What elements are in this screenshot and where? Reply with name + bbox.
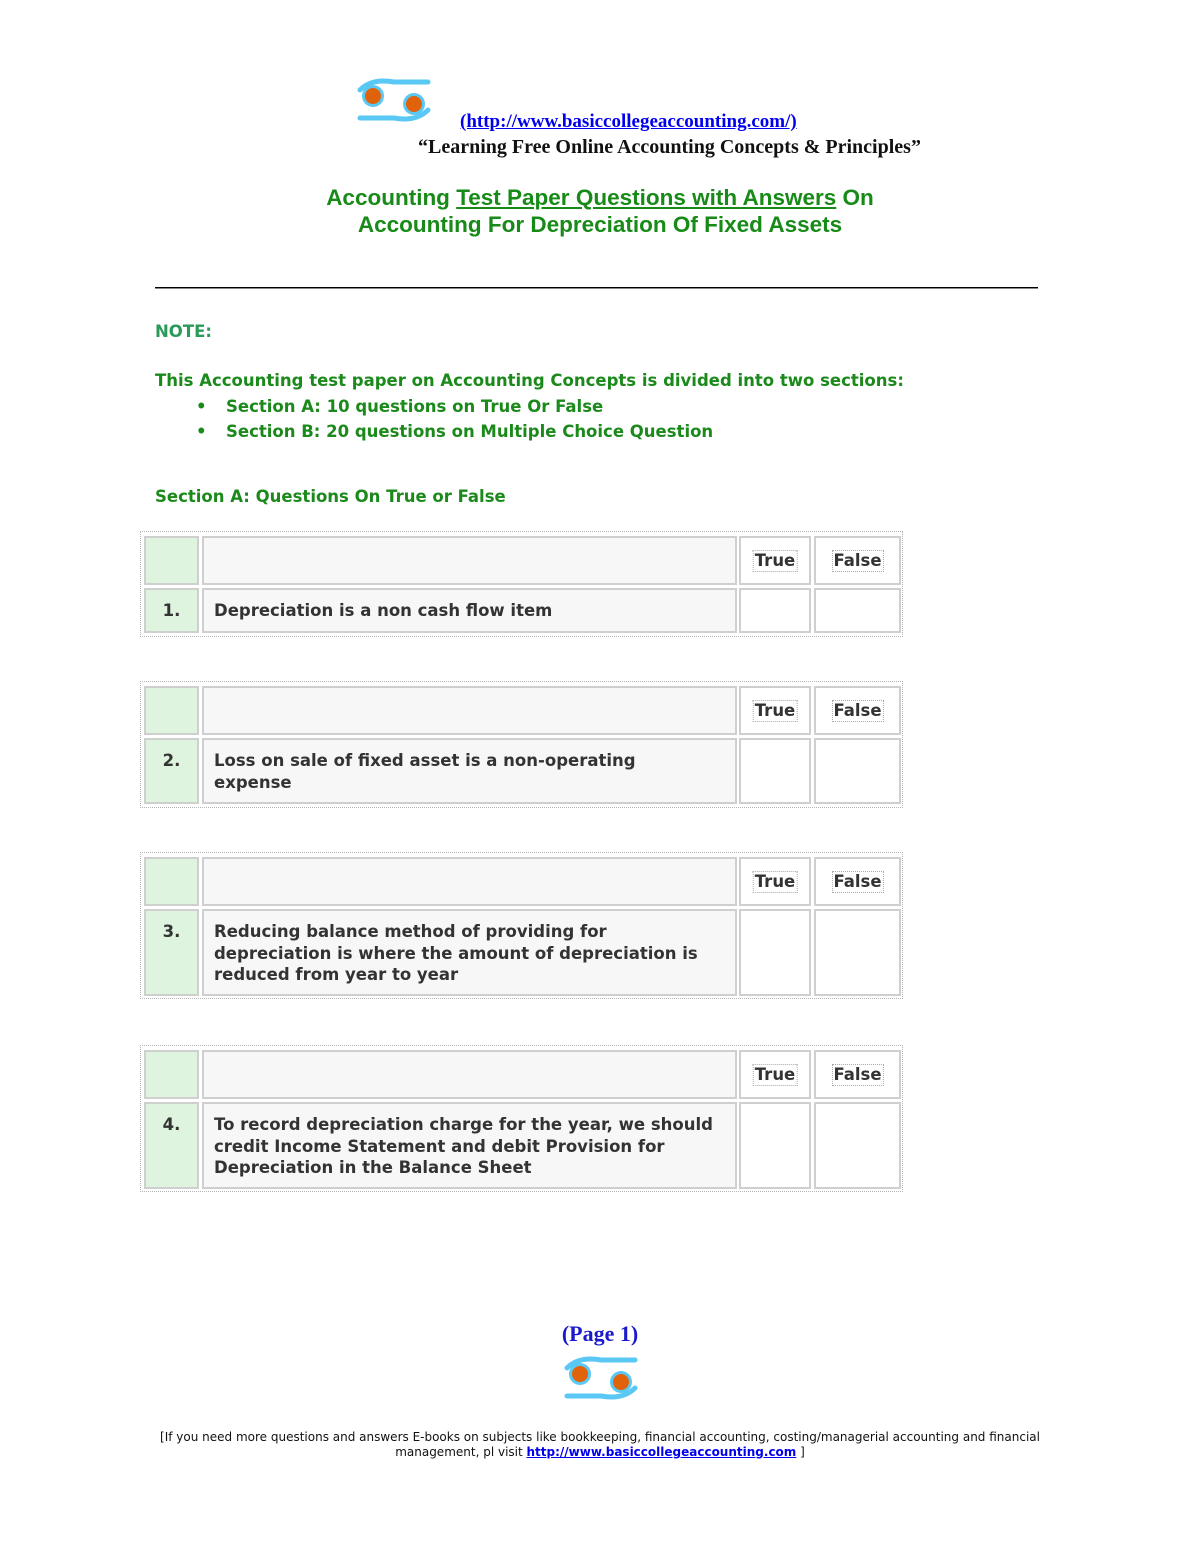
question-number-cell: 1.	[144, 588, 199, 633]
question-table: True False 4. To record depreciation cha…	[140, 1045, 903, 1192]
false-answer-box[interactable]	[814, 909, 901, 996]
question-text: To record depreciation charge for the ye…	[214, 1115, 713, 1177]
number-header-cell	[144, 1050, 199, 1099]
false-header-cell: False	[814, 536, 901, 585]
number-header-cell	[144, 686, 199, 735]
question-table: True False 3. Reducing balance method of…	[140, 852, 903, 999]
bullet-icon: •	[196, 422, 207, 441]
question-number: 3.	[162, 922, 181, 941]
bullet-icon: •	[196, 397, 207, 416]
false-answer-box[interactable]	[814, 738, 901, 804]
question-number: 4.	[162, 1115, 181, 1134]
section-list-text: Section B: 20 questions on Multiple Choi…	[226, 422, 714, 441]
title-post: On	[836, 185, 874, 210]
cancer-zodiac-logo-icon	[561, 1354, 641, 1402]
question-table: True False 2. Loss on sale of fixed asse…	[140, 681, 903, 808]
true-answer-box[interactable]	[739, 909, 811, 996]
true-answer-box[interactable]	[739, 588, 811, 633]
footer-note-end: ]	[796, 1445, 805, 1459]
section-list-item: • Section B: 20 questions on Multiple Ch…	[155, 421, 713, 446]
false-label: False	[831, 700, 884, 722]
true-label: True	[752, 871, 798, 893]
true-label: True	[752, 1064, 798, 1086]
question-header-cell	[202, 686, 737, 735]
question-number: 1.	[162, 601, 181, 620]
false-label: False	[831, 550, 884, 572]
question-text: Reducing balance method of providing for…	[214, 922, 698, 984]
false-label: False	[831, 1064, 884, 1086]
true-label: True	[752, 550, 798, 572]
section-list-text: Section A: 10 questions on True Or False	[226, 397, 604, 416]
question-text-cell: Depreciation is a non cash flow item	[202, 588, 737, 633]
true-answer-box[interactable]	[739, 1102, 811, 1189]
true-header-cell: True	[739, 857, 811, 906]
title-line-2: Accounting For Depreciation Of Fixed Ass…	[357, 212, 843, 237]
note-label: NOTE:	[155, 322, 212, 341]
question-number-cell: 4.	[144, 1102, 199, 1189]
site-link[interactable]: (http://www.basiccollegeaccounting.com/)	[460, 111, 797, 133]
title-pre: Accounting	[326, 185, 457, 210]
question-text-cell: Reducing balance method of providing for…	[202, 909, 737, 996]
true-header-cell: True	[739, 1050, 811, 1099]
question-header-cell	[202, 1050, 737, 1099]
cancer-zodiac-logo-icon	[354, 76, 434, 124]
true-header-cell: True	[739, 536, 811, 585]
number-header-cell	[144, 536, 199, 585]
title-line-1: Accounting Test Paper Questions with Ans…	[0, 184, 1200, 211]
section-list: • Section A: 10 questions on True Or Fal…	[155, 396, 713, 446]
false-header-cell: False	[814, 686, 901, 735]
false-label: False	[831, 871, 884, 893]
title-underlined: Test Paper Questions with Answers	[456, 185, 837, 210]
false-answer-box[interactable]	[814, 1102, 901, 1189]
true-header-cell: True	[739, 686, 811, 735]
false-header-cell: False	[814, 1050, 901, 1099]
page-title: Accounting Test Paper Questions with Ans…	[0, 184, 1200, 238]
footer-site-link[interactable]: http://www.basiccollegeaccounting.com	[527, 1445, 797, 1459]
question-text: Depreciation is a non cash flow item	[214, 601, 553, 620]
false-answer-box[interactable]	[814, 588, 901, 633]
false-header-cell: False	[814, 857, 901, 906]
question-number-cell: 3.	[144, 909, 199, 996]
page-number: (Page 1)	[561, 1321, 639, 1346]
section-a-heading: Section A: Questions On True or False	[155, 487, 506, 506]
horizontal-divider	[155, 287, 1038, 289]
question-header-cell	[202, 857, 737, 906]
question-text: Loss on sale of fixed asset is a non-ope…	[214, 751, 636, 792]
question-header-cell	[202, 536, 737, 585]
true-label: True	[752, 700, 798, 722]
section-list-item: • Section A: 10 questions on True Or Fal…	[155, 396, 713, 421]
question-table: True False 1. Depreciation is a non cash…	[140, 531, 903, 637]
question-number: 2.	[162, 751, 181, 770]
tagline: “Learning Free Online Accounting Concept…	[418, 136, 921, 158]
question-text-cell: To record depreciation charge for the ye…	[202, 1102, 737, 1189]
footer-note: [If you need more questions and answers …	[155, 1430, 1045, 1460]
note-intro: This Accounting test paper on Accounting…	[155, 371, 904, 390]
number-header-cell	[144, 857, 199, 906]
question-text-cell: Loss on sale of fixed asset is a non-ope…	[202, 738, 737, 804]
question-number-cell: 2.	[144, 738, 199, 804]
true-answer-box[interactable]	[739, 738, 811, 804]
